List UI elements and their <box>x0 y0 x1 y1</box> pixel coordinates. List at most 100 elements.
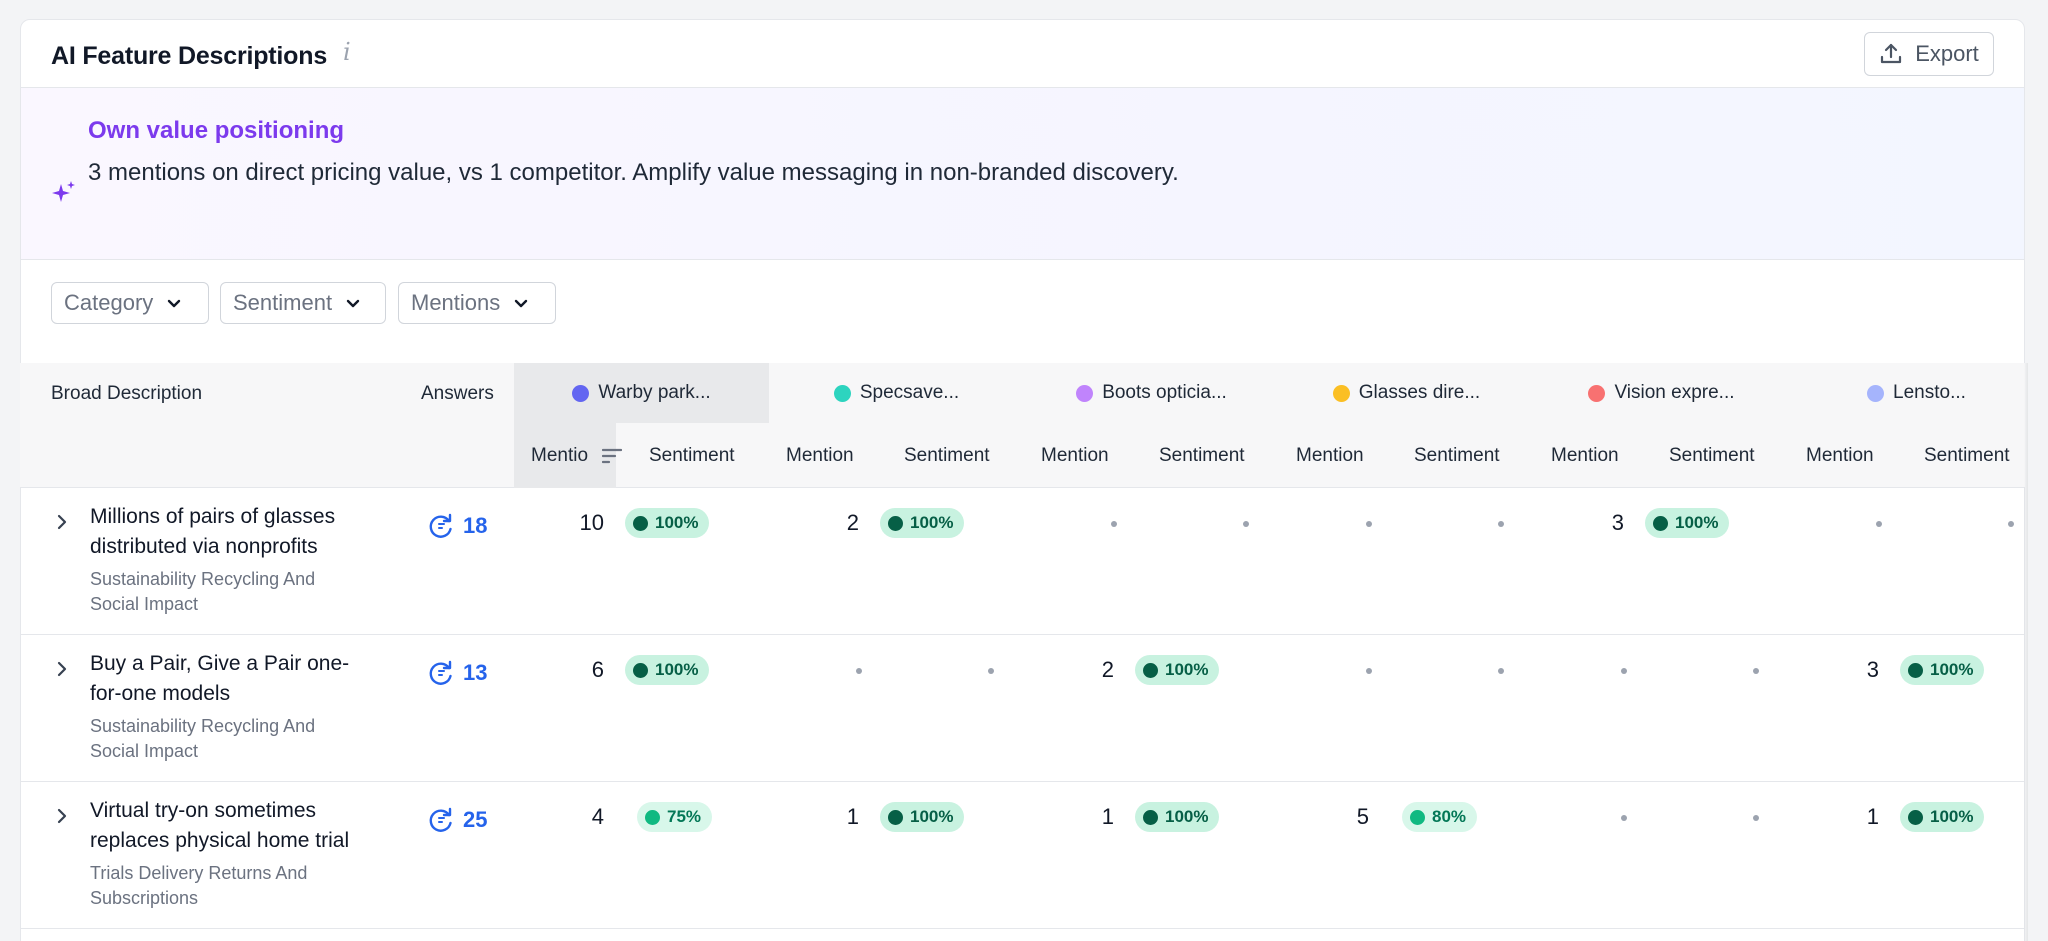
empty-sentiment <box>1753 668 1759 674</box>
table-header: Broad Description Answers Warby park... M… <box>20 363 2025 488</box>
sentiment-dot <box>888 515 903 531</box>
sort-icon[interactable] <box>602 448 622 464</box>
feature-description: Virtual try-on sometimes replaces physic… <box>90 799 350 852</box>
subcol-sentiment[interactable]: Sentiment <box>904 445 990 467</box>
sentiment-badge: 75% <box>637 802 713 832</box>
empty-mention <box>1621 668 1627 674</box>
page-title: AI Feature Descriptions <box>51 42 328 70</box>
table-row[interactable]: Millions of pairs of glasses distributed… <box>20 488 2025 635</box>
competitor-color-dot <box>1076 384 1094 402</box>
competitor-header[interactable]: Specsave... <box>769 363 1024 423</box>
empty-mention <box>1366 668 1372 674</box>
competitor-header[interactable]: Warby park... <box>514 363 769 423</box>
subcol-sentiment[interactable]: Sentiment <box>1159 445 1245 467</box>
table-row[interactable]: Virtual try-on sometimes replaces physic… <box>20 782 2025 929</box>
sentiment-badge: 100% <box>1135 802 1220 832</box>
table-row[interactable]: Buy a Pair, Give a Pair one-for-one mode… <box>20 635 2025 782</box>
subcol-sentiment[interactable]: Sentiment <box>1414 445 1500 467</box>
chevron-down-icon <box>168 299 181 308</box>
sentiment-value: 75% <box>667 807 702 826</box>
subcol-mention[interactable]: Mentio <box>531 445 588 467</box>
answers-link[interactable]: 13 <box>427 659 487 687</box>
info-icon[interactable]: i <box>343 38 351 66</box>
competitor-header[interactable]: Glasses dire... <box>1279 363 1534 423</box>
mentions-filter-label: Mentions <box>411 290 501 315</box>
mention-count: 2 <box>1101 657 1114 682</box>
competitor-color-dot <box>572 384 590 402</box>
sparkle-icon <box>52 181 75 202</box>
chevron-down-icon <box>515 299 528 308</box>
sentiment-badge: 100% <box>1645 508 1730 538</box>
empty-sentiment <box>988 668 994 674</box>
empty-sentiment <box>1498 521 1504 527</box>
subcol-mention[interactable]: Mention <box>1041 445 1109 467</box>
empty-sentiment <box>1498 668 1504 674</box>
insight-title: Own value positioning <box>88 117 345 144</box>
competitor-header[interactable]: Vision expre... <box>1534 363 1789 423</box>
subcol-mention[interactable]: Mention <box>786 445 854 467</box>
chevron-right-icon[interactable] <box>52 660 70 678</box>
chevron-down-icon <box>346 299 360 308</box>
export-button[interactable]: Export <box>1864 32 1994 76</box>
sentiment-badge: 100% <box>880 802 965 832</box>
feature-category: Trials Delivery Returns And Subscription… <box>90 863 308 908</box>
answers-count: 18 <box>463 513 488 538</box>
feature-description: Millions of pairs of glasses distributed… <box>90 505 336 558</box>
category-filter[interactable]: Category <box>51 282 209 324</box>
competitor-name: Boots opticia... <box>1102 382 1227 403</box>
subcol-sentiment[interactable]: Sentiment <box>1669 445 1755 467</box>
chevron-right-icon[interactable] <box>52 513 70 531</box>
empty-mention <box>1621 815 1627 821</box>
filter-bar: Category Sentiment Mentions <box>21 260 2024 366</box>
competitor-header[interactable]: Lensto... <box>1789 363 2044 423</box>
empty-sentiment <box>1243 521 1249 527</box>
refresh-icon <box>429 807 452 832</box>
sentiment-dot <box>1143 662 1158 678</box>
chevron-right-icon[interactable] <box>52 807 70 825</box>
empty-sentiment <box>2008 521 2014 527</box>
subcol-sentiment[interactable]: Sentiment <box>1924 445 2010 467</box>
subcol-sentiment[interactable]: Sentiment <box>649 445 735 467</box>
competitor-color-dot <box>1332 384 1350 402</box>
mention-count: 1 <box>1866 804 1879 829</box>
mention-count: 10 <box>579 510 604 535</box>
mention-count: 6 <box>591 657 604 682</box>
sentiment-dot <box>1908 662 1923 678</box>
subcol-mention[interactable]: Mention <box>1551 445 1619 467</box>
competitor-name: Glasses dire... <box>1358 382 1481 403</box>
subcol-mention[interactable]: Mention <box>1806 445 1874 467</box>
sentiment-value: 100% <box>1930 807 1974 826</box>
answers-link[interactable]: 18 <box>427 512 487 540</box>
sentiment-value: 100% <box>655 660 699 679</box>
subcol-mention[interactable]: Mention <box>1296 445 1364 467</box>
refresh-icon <box>429 660 452 685</box>
mentions-filter[interactable]: Mentions <box>398 282 556 324</box>
export-label: Export <box>1915 41 1979 66</box>
sentiment-dot <box>1410 809 1425 825</box>
empty-mention <box>856 668 862 674</box>
competitor-name: Lensto... <box>1893 382 1966 403</box>
sentiment-value: 100% <box>1675 513 1719 532</box>
sentiment-filter[interactable]: Sentiment <box>220 282 386 324</box>
mention-count: 1 <box>846 804 859 829</box>
insight-banner: Own value positioning 3 mentions on dire… <box>21 88 2024 260</box>
competitor-name: Warby park... <box>598 382 711 403</box>
mention-count: 5 <box>1356 804 1369 829</box>
sentiment-badge: 100% <box>625 655 710 685</box>
mention-count: 4 <box>591 804 604 829</box>
sentiment-value: 80% <box>1432 807 1467 826</box>
competitor-header[interactable]: Boots opticia... <box>1024 363 1279 423</box>
competitor-name: Specsave... <box>859 382 960 403</box>
sentiment-value: 100% <box>910 513 954 532</box>
empty-mention <box>1111 521 1117 527</box>
horizontal-scroll-edge <box>2024 363 2028 941</box>
feature-category: Sustainability Recycling And Social Impa… <box>90 716 316 761</box>
category-filter-label: Category <box>64 290 154 315</box>
col-broad-description[interactable]: Broad Description <box>51 383 202 405</box>
answers-count: 13 <box>463 660 488 685</box>
sentiment-value: 100% <box>655 513 699 532</box>
col-answers[interactable]: Answers <box>421 383 494 405</box>
answers-link[interactable]: 25 <box>427 806 487 834</box>
sentiment-value: 100% <box>1165 807 1209 826</box>
competitor-color-dot <box>833 384 851 402</box>
